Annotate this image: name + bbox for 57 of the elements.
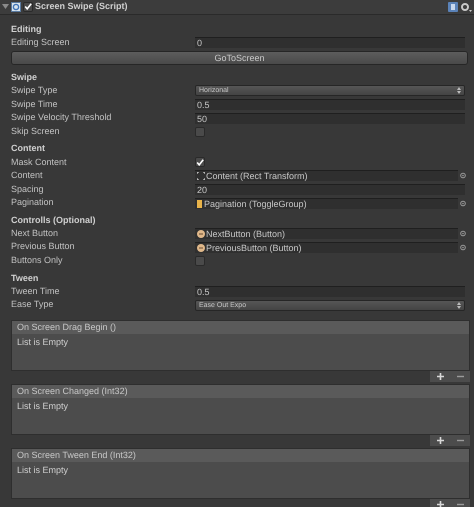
- go-to-screen-button[interactable]: GoToScreen: [11, 51, 468, 66]
- foldout-arrow-icon[interactable]: [2, 3, 9, 10]
- section-header: Content: [11, 142, 46, 156]
- add-icon[interactable]: [436, 372, 444, 380]
- section-header: Swipe: [11, 71, 38, 84]
- field-label: Previous Button: [11, 240, 76, 254]
- section-header: Tween: [11, 272, 40, 285]
- help-icon[interactable]: [448, 2, 458, 12]
- settings-icon[interactable]: [460, 2, 472, 12]
- rect-transform-icon: [197, 172, 205, 180]
- object-picker-icon[interactable]: [458, 200, 468, 207]
- object-picker-icon[interactable]: [458, 172, 468, 180]
- object-field[interactable]: NextButton (Button): [195, 228, 458, 240]
- section-header: Controlls (Optional): [11, 214, 96, 227]
- field-label: Tween Time: [11, 284, 61, 298]
- field-label: Swipe Type: [11, 84, 58, 98]
- checkbox[interactable]: [195, 256, 205, 266]
- button-component-icon: [197, 230, 205, 238]
- component-title: Screen Swipe (Script): [35, 0, 129, 13]
- number-field[interactable]: 0.5: [195, 98, 465, 110]
- event-title: On Screen Tween End (Int32): [12, 448, 469, 462]
- toggle-group-icon: [197, 200, 202, 208]
- field-label: Mask Content: [11, 156, 68, 169]
- button-component-icon: [197, 244, 205, 252]
- number-field[interactable]: 0: [195, 36, 465, 48]
- dropdown-arrows-icon: [457, 87, 461, 94]
- object-field[interactable]: Content (Rect Transform): [195, 170, 458, 182]
- dropdown-arrows-icon: [457, 302, 461, 309]
- add-icon[interactable]: [436, 436, 444, 444]
- event-title: On Screen Changed (Int32): [12, 384, 469, 398]
- check-icon: [24, 2, 32, 12]
- empty-list-text: List is Empty: [17, 400, 68, 411]
- object-field[interactable]: Pagination (ToggleGroup): [195, 198, 458, 209]
- object-field[interactable]: PreviousButton (Button): [195, 242, 458, 253]
- event-title: On Screen Drag Begin (): [12, 320, 469, 334]
- field-label: Ease Type: [11, 298, 54, 312]
- field-label: Editing Screen: [11, 36, 71, 49]
- add-icon[interactable]: [436, 500, 444, 507]
- script-icon: [11, 2, 21, 12]
- checkbox[interactable]: [195, 126, 205, 137]
- section-header: Editing: [11, 22, 42, 36]
- number-field[interactable]: 20: [195, 184, 465, 195]
- enabled-checkbox[interactable]: [23, 2, 33, 12]
- check-icon: [196, 158, 204, 167]
- empty-list-text: List is Empty: [17, 464, 68, 475]
- field-label: Spacing: [11, 182, 45, 196]
- field-label: Pagination: [11, 196, 55, 210]
- empty-list-text: List is Empty: [17, 336, 68, 347]
- field-label: Buttons Only: [11, 254, 64, 268]
- field-label: Next Button: [11, 226, 60, 240]
- field-label: Swipe Velocity Threshold: [11, 111, 112, 124]
- field-label: Swipe Time: [11, 98, 59, 111]
- number-field[interactable]: 50: [195, 112, 465, 124]
- field-label: Content: [11, 169, 44, 182]
- field-label: Skip Screen: [11, 124, 61, 138]
- checkbox[interactable]: [195, 157, 205, 168]
- number-field[interactable]: 0.5: [195, 286, 465, 297]
